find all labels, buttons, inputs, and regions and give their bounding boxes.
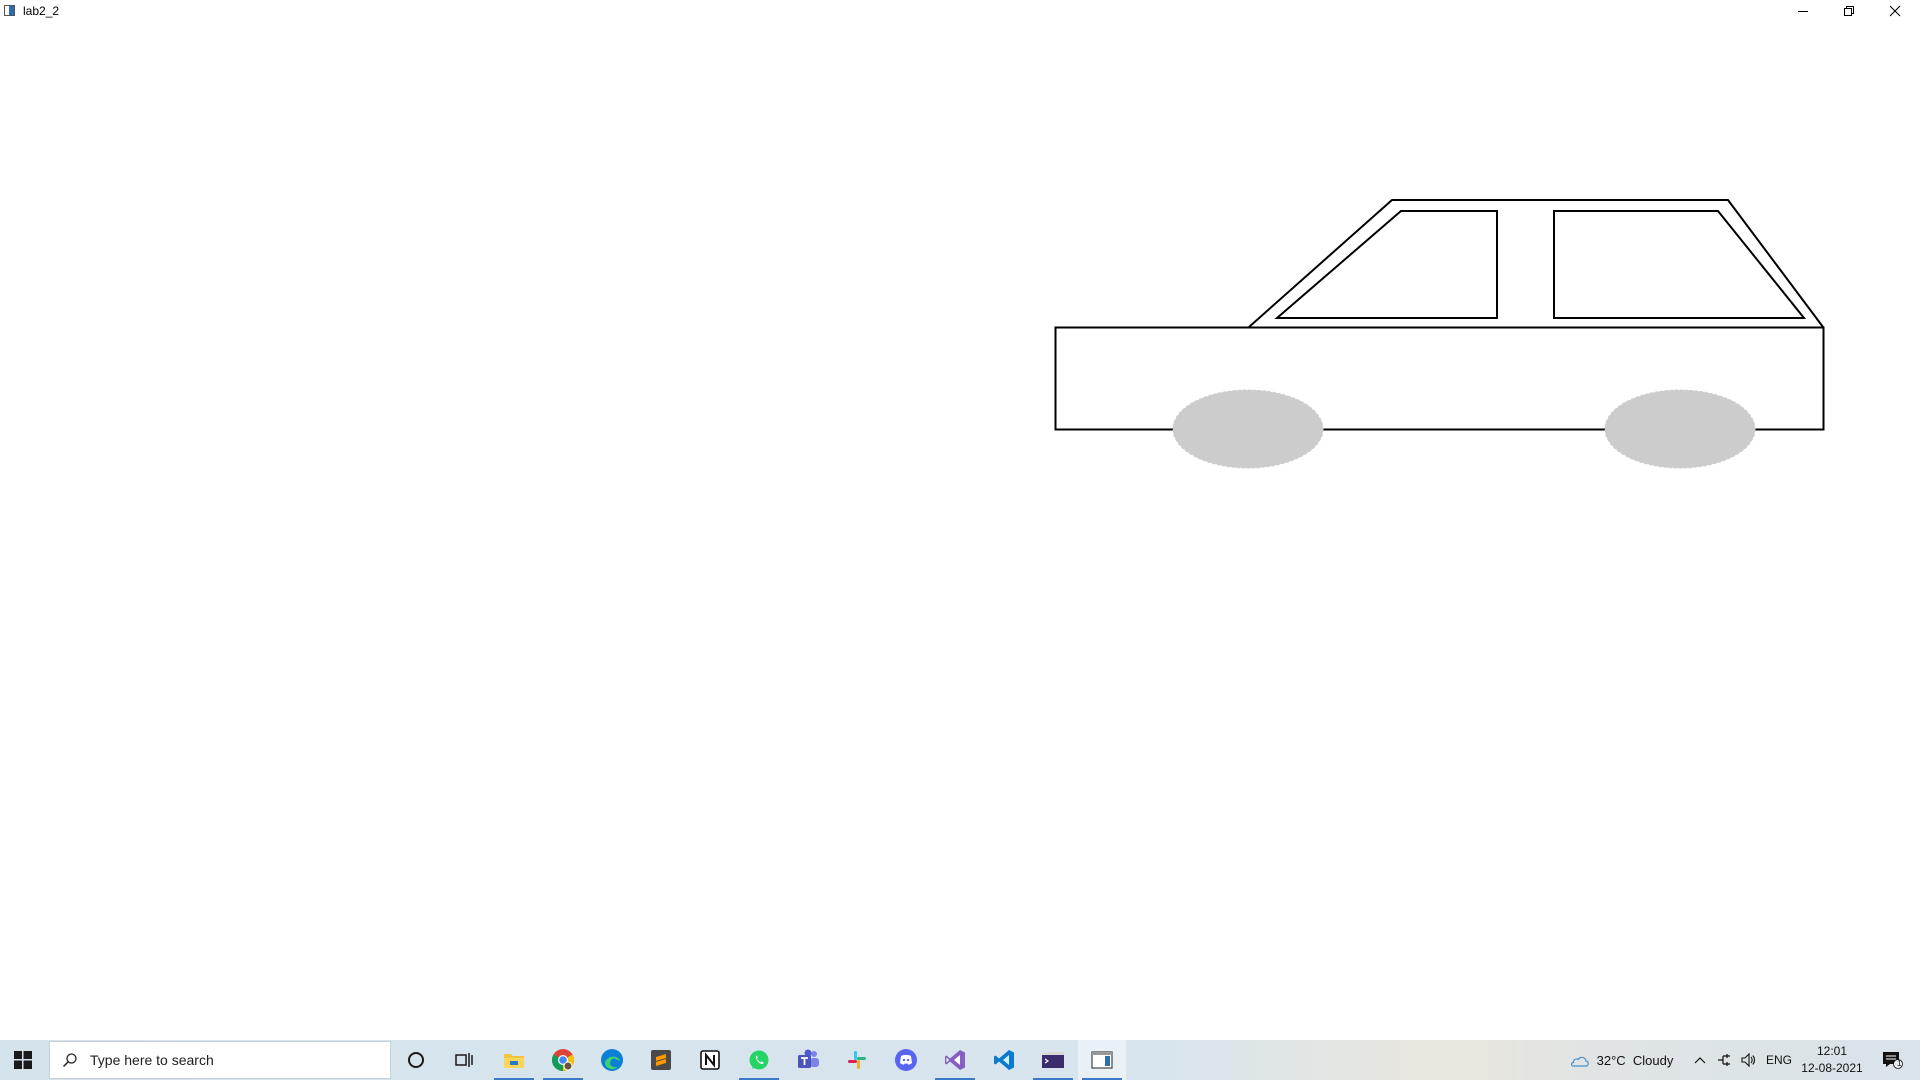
terminal-icon bbox=[1042, 1052, 1064, 1068]
app-window-icon bbox=[4, 5, 15, 16]
sublime-text-button[interactable] bbox=[637, 1040, 685, 1080]
volume-button[interactable] bbox=[1736, 1040, 1760, 1080]
notification-center-button[interactable]: 1 bbox=[1870, 1040, 1914, 1080]
task-view-button[interactable] bbox=[440, 1040, 488, 1080]
clock-time: 12:01 bbox=[1816, 1044, 1848, 1058]
file-explorer-icon bbox=[504, 1054, 524, 1068]
teams-icon bbox=[798, 1049, 819, 1068]
task-view-icon bbox=[455, 1053, 473, 1067]
chevron-up-icon bbox=[1694, 1057, 1706, 1064]
weather-widget[interactable]: 32°C Cloudy bbox=[1560, 1040, 1680, 1080]
app-window-icon bbox=[1091, 1051, 1113, 1069]
car-front-window bbox=[1274, 210, 1498, 319]
close-icon bbox=[1889, 5, 1901, 17]
car-drawing bbox=[1054, 199, 1825, 469]
notion-icon bbox=[700, 1050, 720, 1070]
slack-icon bbox=[848, 1051, 866, 1069]
slack-button[interactable] bbox=[833, 1040, 881, 1080]
edge-icon bbox=[601, 1049, 623, 1071]
vscode-button[interactable] bbox=[980, 1040, 1028, 1080]
car-rear-wheel bbox=[1604, 389, 1756, 469]
network-icon bbox=[1718, 1054, 1730, 1066]
visual-studio-button[interactable] bbox=[931, 1040, 979, 1080]
chrome-button[interactable] bbox=[539, 1040, 587, 1080]
whatsapp-icon bbox=[749, 1050, 769, 1070]
clock[interactable]: 12:01 12-08-2021 bbox=[1796, 1043, 1868, 1077]
teams-button[interactable] bbox=[784, 1040, 832, 1080]
taskbar-search[interactable] bbox=[49, 1041, 391, 1079]
vscode-icon bbox=[994, 1050, 1014, 1070]
close-button[interactable] bbox=[1872, 0, 1918, 22]
cortana-button[interactable] bbox=[392, 1040, 440, 1080]
network-button[interactable] bbox=[1712, 1040, 1736, 1080]
car-rear-window bbox=[1553, 210, 1807, 319]
show-hidden-icons-button[interactable] bbox=[1688, 1040, 1712, 1080]
restore-icon bbox=[1844, 6, 1854, 16]
notification-count: 1 bbox=[1897, 1059, 1902, 1068]
language-indicator[interactable]: ENG bbox=[1766, 1053, 1792, 1067]
clock-date: 12-08-2021 bbox=[1801, 1061, 1863, 1075]
lab2-app-button[interactable] bbox=[1078, 1040, 1126, 1080]
discord-icon bbox=[895, 1049, 917, 1071]
chrome-icon bbox=[552, 1049, 574, 1071]
discord-button[interactable] bbox=[882, 1040, 930, 1080]
window-title: lab2_2 bbox=[23, 4, 60, 18]
terminal-button[interactable] bbox=[1029, 1040, 1077, 1080]
windows-logo-icon bbox=[14, 1051, 32, 1069]
cloud-icon bbox=[1570, 1056, 1589, 1067]
car-roof bbox=[1248, 199, 1824, 328]
search-icon bbox=[62, 1053, 77, 1068]
drawing-canvas bbox=[0, 22, 1920, 1041]
cortana-icon bbox=[408, 1052, 424, 1068]
search-input[interactable] bbox=[88, 1051, 372, 1069]
speaker-icon bbox=[1741, 1052, 1755, 1068]
app-window: lab2_2 Type here to search 32°C Cloudy E… bbox=[0, 0, 1920, 1080]
visual-studio-icon bbox=[945, 1050, 965, 1070]
restore-button[interactable] bbox=[1826, 0, 1872, 22]
weather-text: 32°C Cloudy bbox=[1596, 1052, 1674, 1068]
start-button[interactable] bbox=[0, 1040, 46, 1080]
whatsapp-button[interactable] bbox=[735, 1040, 783, 1080]
minimize-icon bbox=[1798, 11, 1808, 12]
minimize-button[interactable] bbox=[1780, 0, 1826, 22]
taskbar: 32°C Cloudy ENG 12:01 12-08-2021 bbox=[0, 1040, 1920, 1080]
notion-button[interactable] bbox=[686, 1040, 734, 1080]
car-front-wheel bbox=[1172, 389, 1324, 469]
file-explorer-button[interactable] bbox=[490, 1040, 538, 1080]
title-bar[interactable]: lab2_2 bbox=[0, 0, 1920, 22]
edge-button[interactable] bbox=[588, 1040, 636, 1080]
sublime-text-icon bbox=[651, 1050, 671, 1070]
